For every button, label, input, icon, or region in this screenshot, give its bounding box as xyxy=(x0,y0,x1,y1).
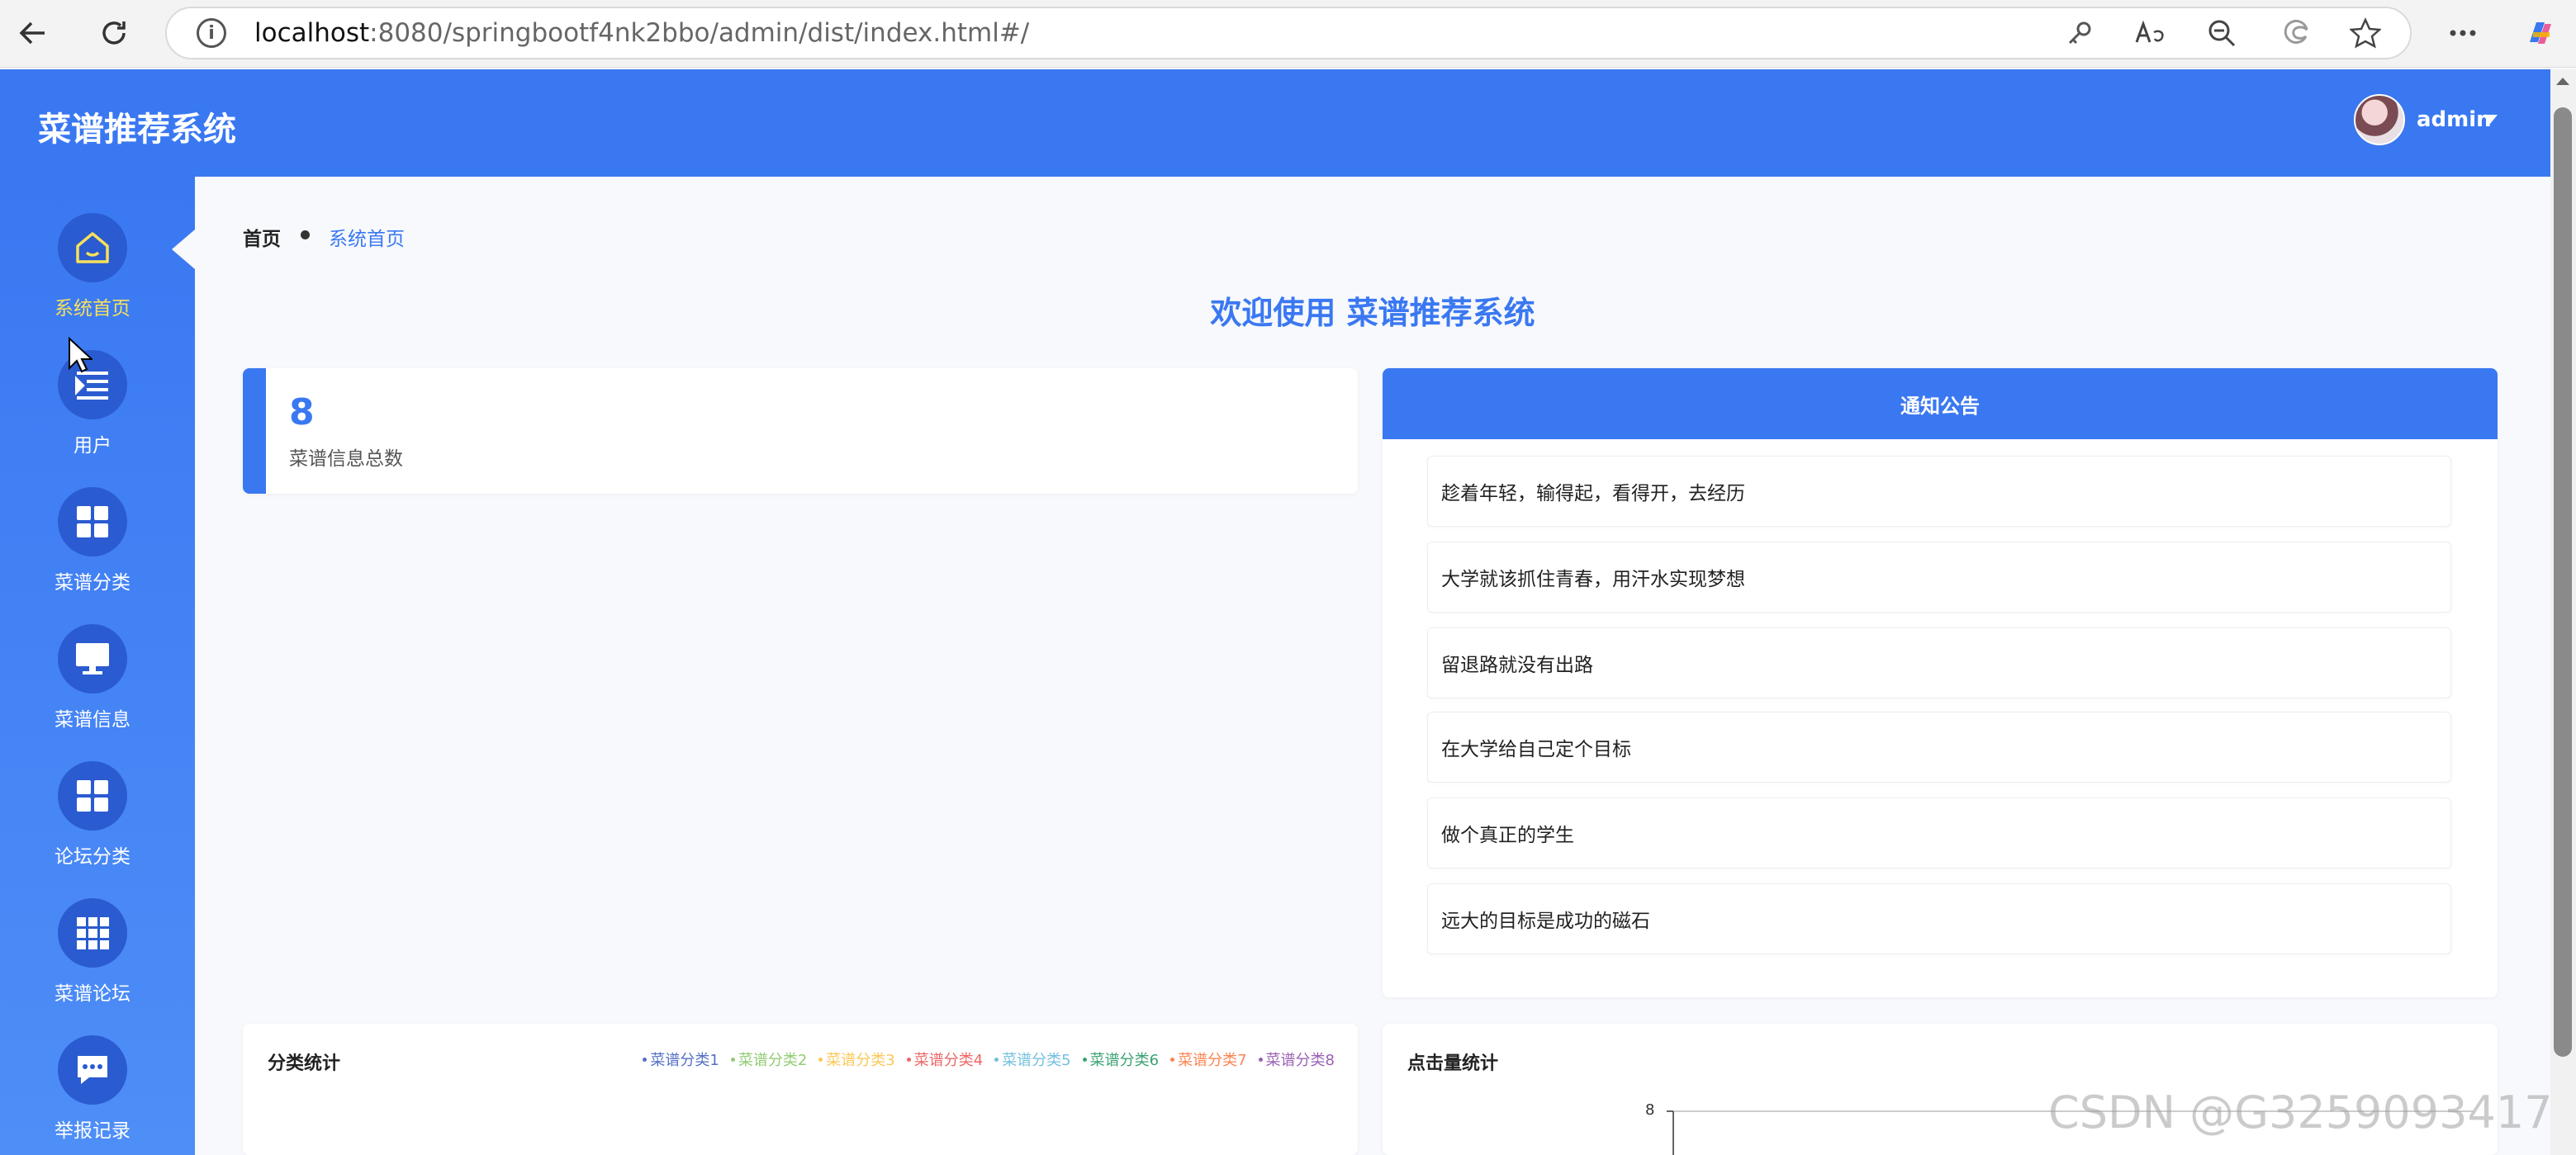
legend-dot xyxy=(643,1057,648,1062)
copilot-icon[interactable] xyxy=(2522,15,2559,51)
legend-item[interactable]: 菜谱分类1 xyxy=(643,1048,719,1070)
legend-dot xyxy=(906,1057,911,1062)
legend-dot xyxy=(818,1057,823,1062)
stat-card: 8 菜谱信息总数 xyxy=(243,368,1358,494)
legend-dot xyxy=(994,1057,999,1062)
breadcrumb-home[interactable]: 首页 xyxy=(243,223,281,251)
notice-panel: 通知公告 趁着年轻，输得起，看得开，去经历 大学就该抓住青春，用汗水实现梦想 留… xyxy=(1383,368,2498,997)
more-options-icon[interactable] xyxy=(2445,15,2481,51)
category-chart-card: 分类统计 菜谱分类1 菜谱分类2 菜谱分类3 菜谱分类4 菜谱分类5 菜谱分类6 菜谱分类7… xyxy=(243,1024,1358,1155)
grid-icon xyxy=(58,761,127,831)
caret-down-icon[interactable] xyxy=(2483,115,2498,124)
breadcrumb-current: 系统首页 xyxy=(329,229,405,250)
sidebar-item-label: 菜谱信息 xyxy=(55,709,130,731)
sidebar: 系统首页 用户 菜谱分类 菜谱信息 论坛分类 菜谱论坛 举报记录 xyxy=(0,177,195,1155)
sidebar-item-recipe-category[interactable]: 菜谱分类 xyxy=(0,487,185,611)
legend-label: 菜谱分类3 xyxy=(826,1052,895,1069)
legend-item[interactable]: 菜谱分类5 xyxy=(994,1048,1071,1070)
sidebar-item-home[interactable]: 系统首页 xyxy=(0,213,185,337)
sidebar-item-label: 菜谱分类 xyxy=(55,572,130,594)
legend-item[interactable]: 菜谱分类7 xyxy=(1170,1048,1247,1070)
page-title: 欢迎使用 菜谱推荐系统 xyxy=(1210,295,1535,331)
favorite-star-icon[interactable] xyxy=(2347,15,2384,51)
legend-item[interactable]: 菜谱分类3 xyxy=(818,1048,895,1070)
legend-label: 菜谱分类7 xyxy=(1178,1052,1247,1069)
apps-icon xyxy=(58,898,127,968)
app-header: 菜谱推荐系统 admin xyxy=(0,69,2550,177)
grid-icon xyxy=(58,487,127,556)
stat-value: 8 xyxy=(289,391,315,433)
scroll-up-icon[interactable] xyxy=(2556,78,2569,85)
key-icon[interactable] xyxy=(2061,15,2098,51)
stat-label: 菜谱信息总数 xyxy=(289,448,403,470)
sidebar-item-label: 系统首页 xyxy=(55,298,130,320)
legend-label: 菜谱分类5 xyxy=(1002,1052,1071,1069)
legend-label: 菜谱分类4 xyxy=(913,1052,984,1069)
legend-dot xyxy=(730,1057,735,1062)
scrollbar-thumb[interactable] xyxy=(2554,107,2572,1057)
url-text[interactable]: localhost:8080/springbootf4nk2bbo/admin/… xyxy=(254,18,1029,48)
browser-toolbar: i localhost:8080/springbootf4nk2bbo/admi… xyxy=(0,0,2576,68)
notice-item[interactable]: 留退路就没有出路 xyxy=(1427,627,2451,698)
notice-item[interactable]: 远大的目标是成功的磁石 xyxy=(1427,883,2451,954)
avatar[interactable] xyxy=(2354,94,2405,145)
read-aloud-icon[interactable] xyxy=(2132,15,2169,51)
legend-item[interactable]: 菜谱分类2 xyxy=(730,1048,808,1070)
monitor-icon xyxy=(58,624,127,693)
site-info-icon[interactable]: i xyxy=(197,18,226,48)
sidebar-item-label: 举报记录 xyxy=(55,1120,130,1142)
legend-label: 菜谱分类2 xyxy=(738,1052,808,1069)
legend-label: 菜谱分类8 xyxy=(1265,1052,1335,1069)
sidebar-item-recipe-info[interactable]: 菜谱信息 xyxy=(0,624,185,748)
legend-label: 菜谱分类1 xyxy=(650,1052,719,1069)
app-title: 菜谱推荐系统 xyxy=(38,111,236,149)
legend-dot xyxy=(1258,1057,1263,1062)
chat-icon xyxy=(58,1035,127,1105)
sidebar-item-label: 用户 xyxy=(74,435,111,457)
sidebar-item-recipe-forum[interactable]: 菜谱论坛 xyxy=(0,898,185,1022)
active-indicator xyxy=(172,230,195,269)
notice-item[interactable]: 在大学给自己定个目标 xyxy=(1427,712,2451,783)
legend-dot xyxy=(1082,1057,1087,1062)
legend-label: 菜谱分类6 xyxy=(1089,1052,1160,1069)
notice-item[interactable]: 做个真正的学生 xyxy=(1427,798,2451,869)
sidebar-item-report[interactable]: 举报记录 xyxy=(0,1035,185,1155)
watermark: CSDN @G3259093417 xyxy=(2048,1086,2553,1138)
notice-title: 通知公告 xyxy=(1383,368,2498,439)
sidebar-item-label: 论坛分类 xyxy=(55,846,130,868)
sidebar-item-user[interactable]: 用户 xyxy=(0,350,185,474)
home-icon xyxy=(58,213,127,282)
legend-item[interactable]: 菜谱分类8 xyxy=(1258,1048,1335,1070)
sidebar-item-label: 菜谱论坛 xyxy=(55,983,130,1005)
stat-accent-bar xyxy=(243,368,266,494)
notice-item[interactable]: 趁着年轻，输得起，看得开，去经历 xyxy=(1427,456,2451,527)
mouse-cursor-icon xyxy=(69,337,93,373)
legend-item[interactable]: 菜谱分类6 xyxy=(1082,1048,1160,1070)
refresh-icon[interactable] xyxy=(93,12,135,54)
breadcrumb-separator xyxy=(301,230,310,239)
legend-item[interactable]: 菜谱分类4 xyxy=(906,1048,984,1070)
category-chart-title: 分类统计 xyxy=(268,1053,341,1074)
legend-dot xyxy=(1170,1057,1175,1062)
sidebar-item-forum-category[interactable]: 论坛分类 xyxy=(0,761,185,885)
user-menu-name[interactable]: admin xyxy=(2417,107,2492,132)
edge-icon[interactable] xyxy=(2278,15,2314,51)
category-chart-legend: 菜谱分类1 菜谱分类2 菜谱分类3 菜谱分类4 菜谱分类5 菜谱分类6 菜谱分类7 菜谱分类8 xyxy=(643,1048,1335,1070)
notice-item[interactable]: 大学就该抓住青春，用汗水实现梦想 xyxy=(1427,542,2451,613)
zoom-out-icon[interactable] xyxy=(2204,15,2240,51)
back-arrow-icon[interactable] xyxy=(12,12,55,54)
